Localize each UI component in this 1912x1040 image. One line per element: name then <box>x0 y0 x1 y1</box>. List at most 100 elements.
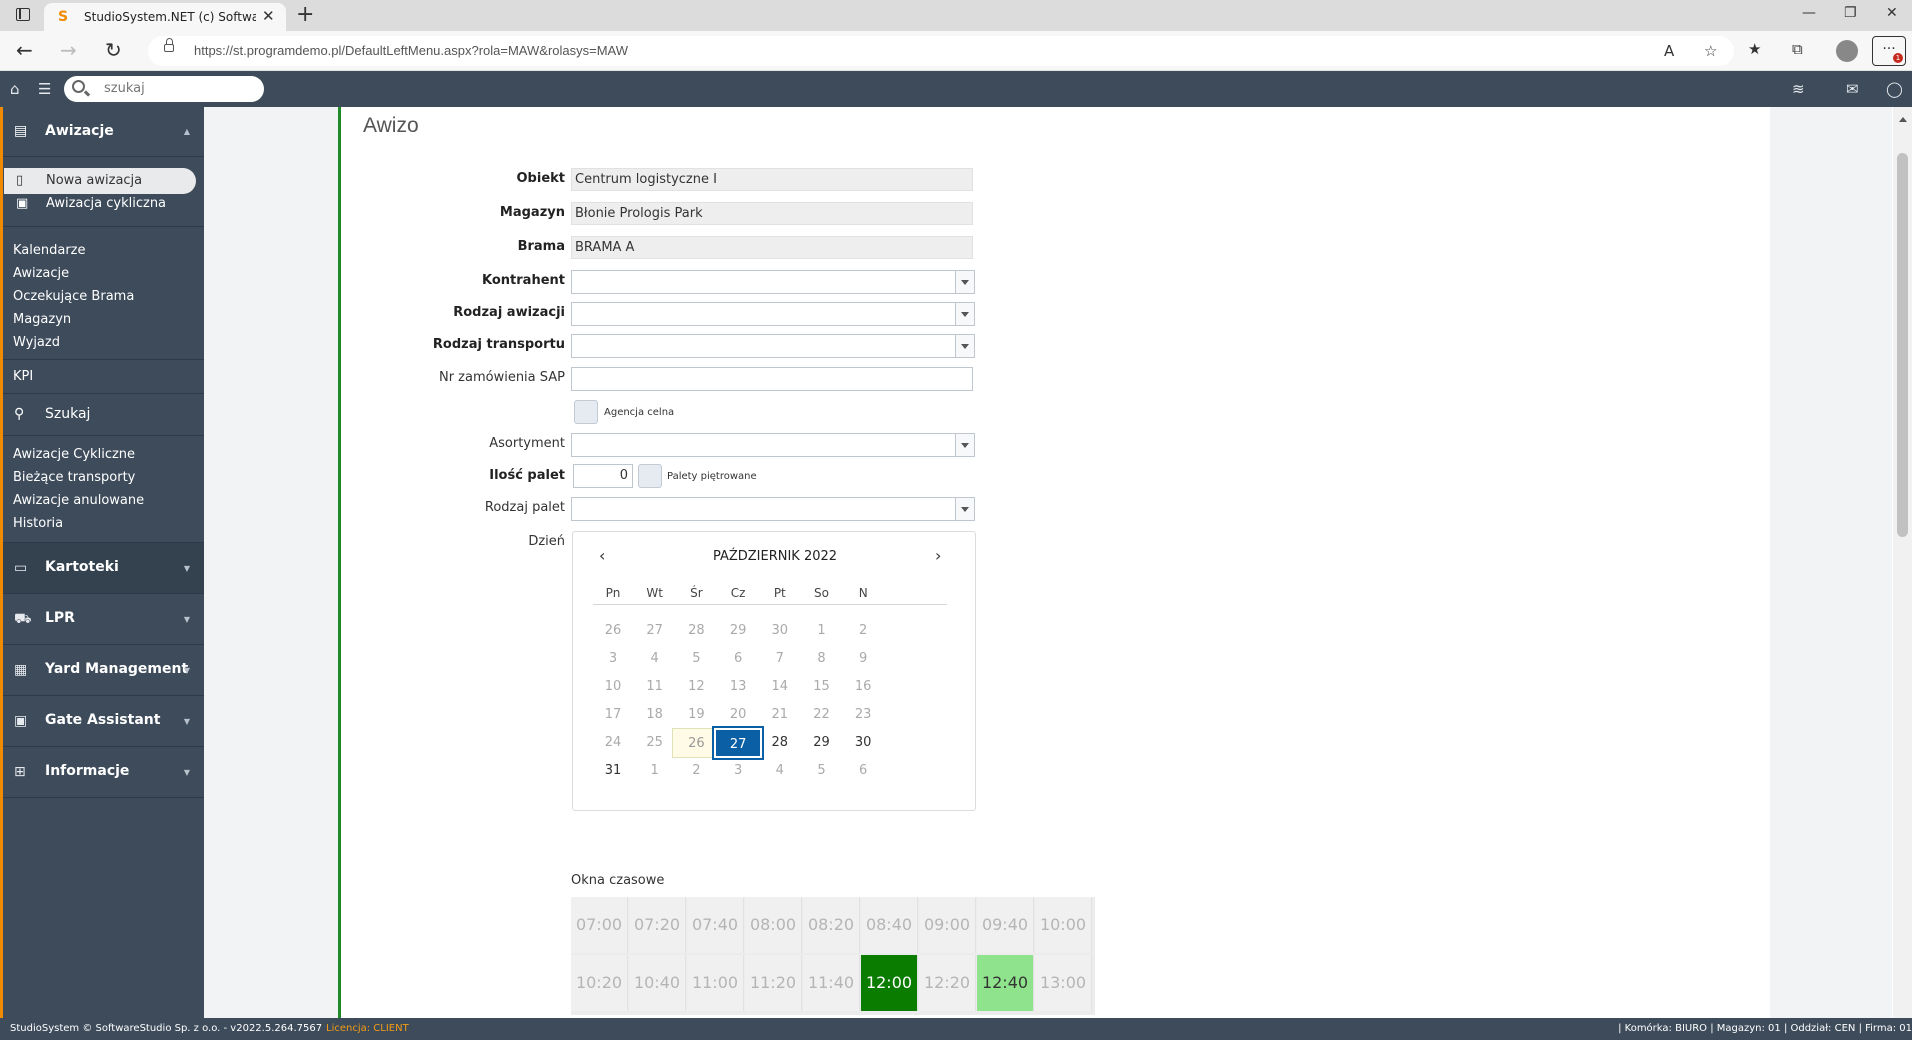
sidebar-link-kpi[interactable]: KPI <box>13 369 33 384</box>
time-slot[interactable]: 13:00 <box>1035 955 1092 1011</box>
sidebar-link-magazyn[interactable]: Magazyn <box>13 312 71 327</box>
label-wrap: Rodzaj transportu <box>341 337 565 357</box>
address-bar[interactable]: https://st.programdemo.pl/DefaultLeftMen… <box>148 36 1734 66</box>
sidebar-link-wyjazd[interactable]: Wyjazd <box>13 335 60 350</box>
time-slot[interactable]: 08:00 <box>745 897 802 953</box>
time-slot[interactable]: 09:40 <box>977 897 1034 953</box>
sidebar-link-oczekujace-brama[interactable]: Oczekujące Brama <box>13 289 134 304</box>
chevron-down-icon[interactable] <box>955 303 974 325</box>
calendar-day[interactable]: 6 <box>839 756 887 786</box>
sidebar-link-awizacje[interactable]: Awizacje <box>13 266 69 281</box>
time-slot[interactable]: 08:20 <box>803 897 860 953</box>
user-icon[interactable]: ◯ <box>1886 80 1903 98</box>
calendar-day[interactable]: 2 <box>839 616 887 646</box>
favorites-icon[interactable]: ★ <box>1748 40 1761 58</box>
forward-icon[interactable]: → <box>60 38 77 62</box>
favicon-icon: S <box>58 9 69 25</box>
minimize-icon[interactable]: — <box>1802 5 1816 21</box>
sidebar-item-label: Awizacja cykliczna <box>46 196 167 211</box>
rodzaj-awizacji-label: Rodzaj awizacji <box>453 305 565 320</box>
time-slot[interactable]: 07:20 <box>629 897 686 953</box>
close-window-icon[interactable]: ✕ <box>1886 5 1898 21</box>
sidebar-category-yard-management[interactable]: ▦ Yard Management ▼ <box>0 645 204 696</box>
time-slot[interactable]: 10:20 <box>571 955 628 1011</box>
calendar-day[interactable]: 23 <box>839 700 887 730</box>
settings-more-button[interactable]: ··· 1 <box>1872 36 1906 66</box>
sidebar-category-lpr[interactable]: ⛟ LPR ▼ <box>0 594 204 645</box>
reload-icon[interactable]: ↻ <box>105 38 122 62</box>
sidebar-category-label: Gate Assistant <box>45 712 161 728</box>
time-slot[interactable]: 07:40 <box>687 897 744 953</box>
sidebar-section-szukaj[interactable]: ⚲ Szukaj <box>0 394 204 436</box>
sidebar-item-awizacja-cykliczna[interactable]: ▣ Awizacja cykliczna <box>4 191 196 217</box>
sidebar-section-label: Szukaj <box>45 406 91 422</box>
label-wrap: Nr zamówienia SAP <box>341 370 565 390</box>
time-slot[interactable]: 12:20 <box>919 955 976 1011</box>
person-board-icon: ▣ <box>14 713 28 729</box>
truck-icon: ⛟ <box>14 611 32 627</box>
time-slot[interactable]: 07:00 <box>571 897 628 953</box>
search-input[interactable] <box>104 81 254 96</box>
home-icon[interactable]: ⌂ <box>10 80 20 98</box>
sidebar-category-label: Kartoteki <box>45 559 119 575</box>
rodzaj-palet-dropdown[interactable] <box>571 497 975 521</box>
time-slot[interactable]: 10:00 <box>1035 897 1092 953</box>
browser-tab-strip: S StudioSystem.NET (c) SoftwareSt ✕ + — … <box>0 0 1912 31</box>
time-slot[interactable]: 11:40 <box>803 955 860 1011</box>
browser-tab[interactable]: S StudioSystem.NET (c) SoftwareSt ✕ <box>44 3 286 31</box>
scroll-up-icon[interactable] <box>1899 117 1907 122</box>
time-slot[interactable]: 09:00 <box>919 897 976 953</box>
footer-copyright: StudioSystem © SoftwareStudio Sp. z o.o.… <box>10 1023 323 1034</box>
scrollbar-thumb[interactable] <box>1897 153 1908 537</box>
calendar-day[interactable]: 30 <box>839 728 887 758</box>
agencja-celna-checkbox[interactable] <box>574 400 598 424</box>
time-slot[interactable]: 10:40 <box>629 955 686 1011</box>
profile-avatar[interactable] <box>1836 40 1858 62</box>
vertical-scrollbar[interactable] <box>1893 107 1912 1018</box>
sidebar-category-kartoteki[interactable]: ▭ Kartoteki ▼ <box>0 543 204 594</box>
time-slot[interactable]: 12:40 <box>977 955 1034 1011</box>
sidebar-link-kalendarze[interactable]: Kalendarze <box>13 243 86 258</box>
time-slot[interactable]: 12:00 <box>861 955 918 1011</box>
menu-toggle-icon[interactable]: ☰ <box>38 80 51 98</box>
chevron-down-icon: ▼ <box>183 717 190 726</box>
mail-icon[interactable]: ✉ <box>1846 80 1859 98</box>
logout-icon[interactable]: ≋ <box>1792 80 1805 98</box>
calendar-next-icon[interactable]: › <box>935 546 941 565</box>
chevron-down-icon[interactable] <box>955 271 974 293</box>
calendar-day[interactable]: 9 <box>839 644 887 674</box>
read-aloud-icon[interactable]: A <box>1664 42 1674 60</box>
tab-actions-icon[interactable] <box>16 8 30 21</box>
restore-icon[interactable]: ❐ <box>1844 5 1857 21</box>
sidebar-link-biezace-transporty[interactable]: Bieżące transporty <box>13 470 135 485</box>
divider <box>593 604 947 605</box>
new-tab-icon[interactable]: + <box>296 2 314 27</box>
rodzaj-transportu-dropdown[interactable] <box>571 334 975 358</box>
nr-zamowienia-input[interactable] <box>571 367 973 391</box>
close-tab-icon[interactable]: ✕ <box>262 7 275 25</box>
chevron-down-icon[interactable] <box>955 434 974 456</box>
calendar-day[interactable]: 16 <box>839 672 887 702</box>
time-slot[interactable]: 08:40 <box>861 897 918 953</box>
collections-icon[interactable]: ⧉ <box>1792 40 1803 58</box>
back-icon[interactable]: ← <box>16 38 33 62</box>
rodzaj-awizacji-dropdown[interactable] <box>571 302 975 326</box>
clipboard-icon: ▤ <box>14 123 28 139</box>
time-slot[interactable]: 11:00 <box>687 955 744 1011</box>
chevron-down-icon[interactable] <box>955 335 974 357</box>
favorite-add-icon[interactable]: ☆ <box>1704 42 1717 60</box>
sidebar-category-gate-assistant[interactable]: ▣ Gate Assistant ▼ <box>0 696 204 747</box>
sidebar-link-awizacje-anulowane[interactable]: Awizacje anulowane <box>13 493 144 508</box>
sidebar-link-awizacje-cykliczne[interactable]: Awizacje Cykliczne <box>13 447 135 462</box>
ilosc-palet-input[interactable]: 0 <box>573 464 633 488</box>
chevron-down-icon[interactable] <box>955 498 974 520</box>
kontrahent-dropdown[interactable] <box>571 270 975 294</box>
asortyment-dropdown[interactable] <box>571 433 975 457</box>
palety-pietrowane-checkbox[interactable] <box>638 464 662 488</box>
sidebar-section-awizacje[interactable]: ▤ Awizacje ▲ <box>0 107 204 157</box>
time-slot[interactable]: 11:20 <box>745 955 802 1011</box>
sidebar-link-historia[interactable]: Historia <box>13 516 63 531</box>
sidebar-category-informacje[interactable]: ⊞ Informacje ▼ <box>0 747 204 798</box>
footer-context: | Komórka: BIURO | Magazyn: 01 | Oddział… <box>1618 1023 1912 1034</box>
nr-zamowienia-label: Nr zamówienia SAP <box>438 370 565 385</box>
